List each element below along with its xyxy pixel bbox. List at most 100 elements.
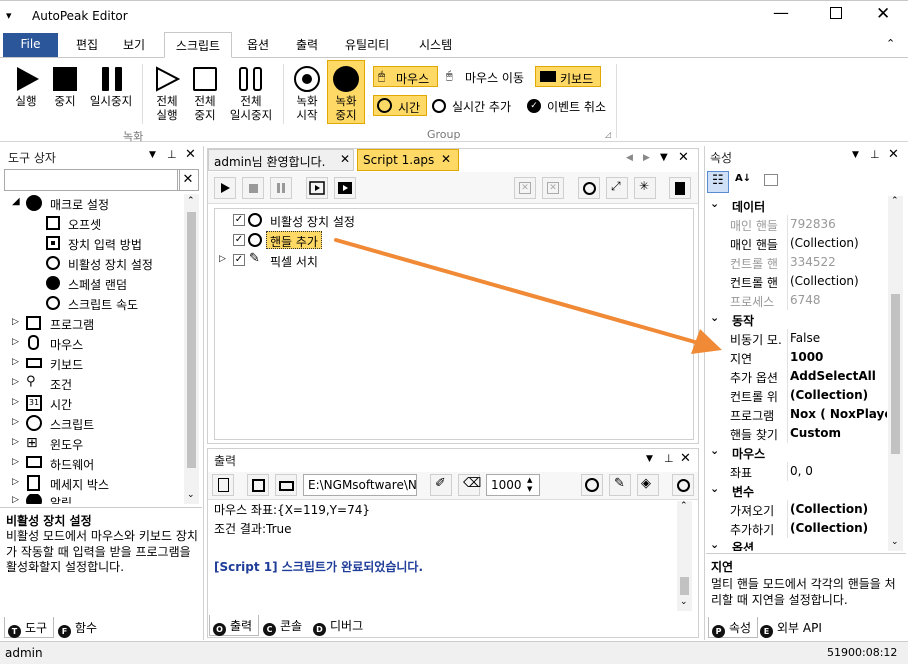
collapsed-icon[interactable]: ▷ [12,457,19,467]
minimize-icon[interactable]: — [773,3,789,22]
menu-script[interactable]: 스크립트 [164,32,232,58]
fill-button[interactable]: ◈ [637,474,659,496]
menu-output[interactable]: 출력 [296,36,318,53]
pin-icon[interactable]: ⊥ [664,452,674,465]
clean-button[interactable]: ✐ [430,474,452,496]
tab-external-api[interactable]: E 외부 API [760,617,830,638]
erase-button[interactable]: ⌫ [458,474,481,496]
pin-icon[interactable]: ⊥ [870,148,880,161]
search-clear-button[interactable]: ✕ [177,169,199,191]
category-data[interactable]: ⌄ 데이터 [706,196,887,215]
pause-all-label-2[interactable]: 일시중지 [226,108,276,122]
prop-row-delay[interactable]: 지연 1000 [730,348,887,367]
tab-functions[interactable]: F 함수 [58,617,108,638]
menu-view[interactable]: 보기 [123,36,145,53]
pause-icon[interactable] [101,67,123,91]
category-variables[interactable]: ⌄ 변수 [706,481,887,500]
play-icon[interactable] [14,66,40,92]
menu-system[interactable]: 시스템 [419,36,452,53]
tab-close-icon[interactable]: ✕ [441,152,451,166]
stop-all-label-1[interactable]: 전체 [186,94,224,108]
collapse-icon[interactable]: ⌄ [710,538,719,551]
prop-row[interactable]: 추가 옵션 AddSelectAll [730,367,887,386]
prop-row[interactable]: 컨트롤 핸 (Collection) [730,272,887,291]
pause-button[interactable]: 일시중지 [86,94,136,108]
editor-run-to-button[interactable] [334,177,356,199]
record-start-label-1[interactable]: 녹화 [288,94,326,108]
prop-row[interactable]: 컨트롤 위 (Collection) [730,386,887,405]
menu-edit[interactable]: 편집 [76,36,98,53]
editor-clear-button[interactable]: ✕ [514,177,536,199]
save-button[interactable] [247,474,269,496]
pause-all-icon[interactable] [239,67,263,91]
collapse-icon[interactable]: ⌄ [710,482,719,495]
collapsed-icon[interactable]: ▷ [219,254,226,264]
run-button[interactable]: 실행 [6,94,46,108]
mouse-record-toggle[interactable]: 🖱 마우스 [373,66,438,87]
prop-row[interactable]: 가져오기 (Collection) [730,500,887,519]
output-path-input[interactable]: E:\NGMsoftware\NG [303,474,417,496]
collapsed-icon[interactable]: ▷ [12,397,19,407]
line-checkbox[interactable]: ✓ [233,254,245,266]
tab-list-icon[interactable]: ▼ [660,152,668,163]
group-launcher-icon[interactable]: ◿ [605,130,611,139]
run-all-label-2[interactable]: 실행 [148,108,186,122]
tab-close-icon[interactable]: ✕ [340,152,350,166]
properties-scrollbar[interactable]: ⌃ ⌄ [888,196,903,551]
line-checkbox[interactable]: ✓ [233,214,245,226]
collapsed-icon[interactable]: ▷ [12,437,19,447]
category-mouse[interactable]: ⌄ 마우스 [706,443,887,462]
keyboard-record-toggle[interactable]: 키보드 [535,66,601,87]
tab-script[interactable]: Script 1.aps ✕ [357,149,459,171]
stop-button[interactable]: 중지 [45,94,85,108]
collapsed-icon[interactable]: ▷ [12,477,19,487]
tab-properties[interactable]: P 속성 [708,617,758,638]
stop-icon[interactable] [53,67,77,91]
collapsed-icon[interactable]: ▷ [12,337,19,347]
pin-icon[interactable]: ⊥ [167,148,177,161]
scroll-tabs-left-icon[interactable]: ◀ [626,153,633,163]
new-file-button[interactable] [212,474,234,496]
categorized-view-button[interactable]: ☷ [707,171,729,193]
editor-delete-button[interactable] [669,177,691,199]
category-options[interactable]: ⌄ 옵션 [706,538,887,551]
output-scrollbar[interactable]: ⌃ ⌄ [677,501,692,611]
event-cancel-toggle[interactable]: 이벤트 취소 [547,98,606,115]
spinner-icon[interactable]: ▲ ▼ [527,476,532,494]
editor-collapse-button[interactable]: ✳ [634,177,656,199]
record-start-icon[interactable] [294,66,320,92]
category-behavior[interactable]: ⌄ 동작 [706,310,887,329]
prop-row[interactable]: 프로그램 Nox ( NoxPlayer [730,405,887,424]
toolbox-search-input[interactable] [4,169,180,191]
menu-utility[interactable]: 유틸리티 [345,36,389,53]
record-start-label-2[interactable]: 시작 [288,108,326,122]
delay-input[interactable]: 1000 ▲ ▼ [486,474,540,496]
brush-button[interactable]: ✎ [609,474,631,496]
tab-output[interactable]: O 출력 [209,615,259,636]
collapsed-icon[interactable]: ▷ [12,377,19,387]
close-icon[interactable]: ✕ [876,4,890,24]
alphabetical-view-button[interactable]: A↓ [731,171,753,193]
collapse-ribbon-icon[interactable]: ⌃ [886,37,895,50]
run-all-label-1[interactable]: 전체 [148,94,186,108]
system-menu-icon[interactable]: ▾ [6,9,12,22]
file-menu[interactable]: File [3,33,58,57]
scroll-tabs-right-icon[interactable]: ▶ [643,153,650,163]
panel-menu-icon[interactable]: ▼ [646,454,653,464]
expand-icon[interactable]: ◢ [12,196,20,207]
stop-all-icon[interactable] [193,67,217,91]
toolbox-scrollbar[interactable]: ⌃ ⌄ [184,194,199,504]
panel-close-icon[interactable]: ✕ [680,451,691,466]
editor-stop-button[interactable] [242,177,264,199]
mouse-move-toggle[interactable]: 마우스 이동 [465,69,524,86]
panel-close-icon[interactable]: ✕ [888,147,899,162]
panel-close-icon[interactable]: ✕ [185,147,196,162]
prop-row[interactable]: 컨트롤 핸 334522 [730,253,887,272]
panel-menu-icon[interactable]: ▼ [852,150,859,160]
pause-all-label-1[interactable]: 전체 [226,94,276,108]
editor-step-button[interactable] [306,177,328,199]
prop-row[interactable]: 추가하기 (Collection) [730,519,887,538]
collapse-icon[interactable]: ⌄ [710,444,719,457]
property-pages-button[interactable] [760,171,782,193]
menu-options[interactable]: 옵션 [247,36,269,53]
